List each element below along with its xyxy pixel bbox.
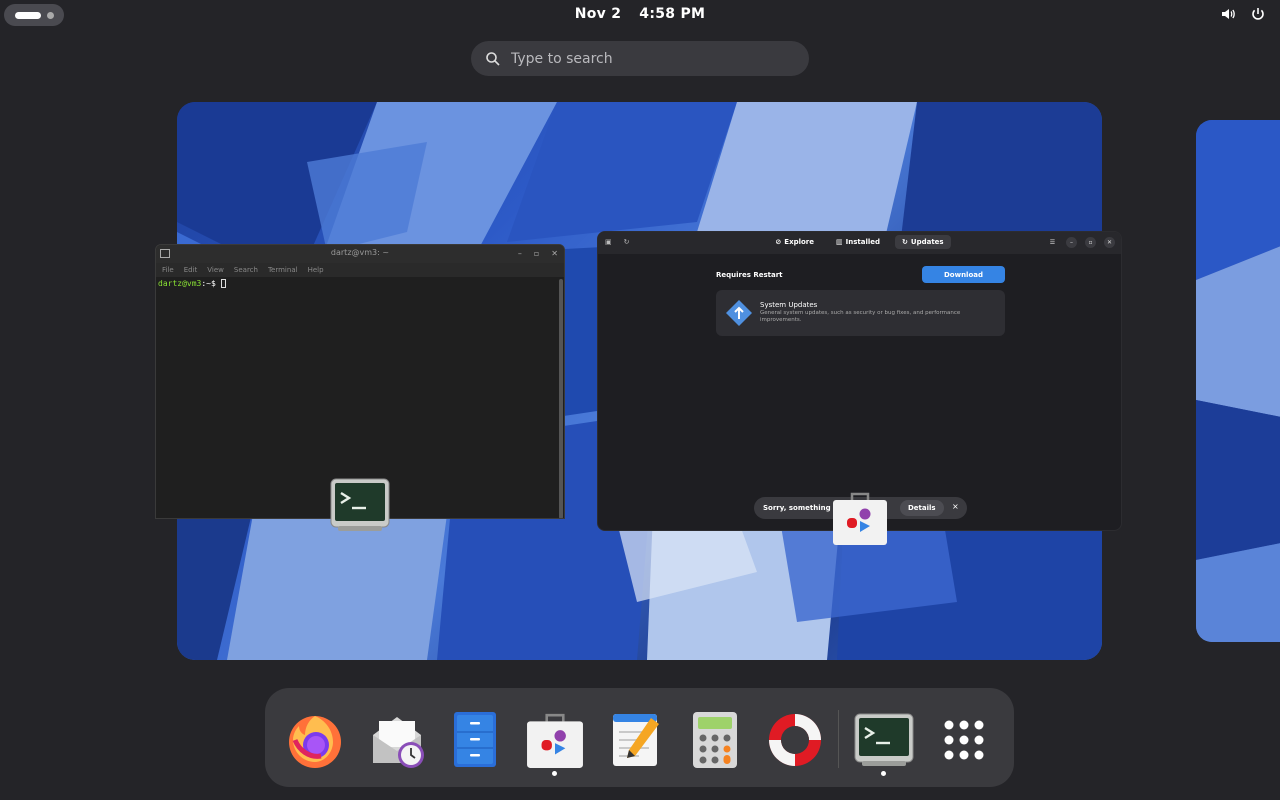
maximize-icon[interactable]: ▫: [1085, 237, 1096, 248]
updates-icon: ↻: [902, 238, 908, 246]
terminal-prompt[interactable]: dartz@vm3:~$: [156, 277, 564, 290]
menu-help[interactable]: Help: [308, 266, 324, 274]
menu-view[interactable]: View: [207, 266, 224, 274]
toast-details-button[interactable]: Details: [900, 500, 944, 516]
help-lifebuoy-icon: [769, 714, 821, 766]
cursor: [220, 279, 226, 288]
minimize-icon[interactable]: –: [518, 249, 522, 258]
tab-installed-label: Installed: [845, 238, 881, 246]
software-headerbar[interactable]: ▣ ↻ ⊘ Explore ▥ Installed ↻ Updates ☰ – …: [598, 232, 1121, 254]
running-indicator: [881, 771, 886, 776]
prompt-user: dartz@vm3: [158, 279, 202, 288]
running-indicator: [552, 771, 557, 776]
tab-explore-label: Explore: [784, 238, 814, 246]
close-icon[interactable]: ✕: [1104, 237, 1115, 248]
update-description: General system updates, such as security…: [760, 310, 961, 323]
software-app-icon: [832, 490, 888, 550]
compass-icon: ⊘: [775, 238, 782, 246]
volume-icon[interactable]: [1220, 6, 1236, 22]
files-icon: [454, 712, 496, 767]
toast-close-button[interactable]: ×: [952, 502, 959, 511]
tab-installed[interactable]: ▥ Installed: [829, 235, 887, 249]
tab-updates[interactable]: ↻ Updates: [895, 235, 951, 249]
dock-files[interactable]: [441, 706, 509, 774]
dock-calculator[interactable]: [681, 706, 749, 774]
software-icon: [527, 713, 583, 768]
maximize-icon[interactable]: ▫: [534, 249, 539, 258]
scrollbar[interactable]: [559, 279, 563, 518]
top-bar: Nov 2 4:58 PM: [0, 0, 1280, 30]
menu-file[interactable]: File: [162, 266, 174, 274]
list-icon: ▥: [836, 238, 843, 246]
dock-evolution[interactable]: [364, 706, 432, 774]
terminal-menubar: File Edit View Search Terminal Help: [156, 263, 564, 277]
system-update-icon: [726, 300, 752, 326]
dock-software[interactable]: [521, 706, 589, 774]
section-label: Requires Restart: [716, 271, 783, 279]
terminal-titlebar[interactable]: dartz@vm3: ~ – ▫ ✕: [156, 245, 564, 263]
dock-firefox[interactable]: [281, 706, 349, 774]
download-button[interactable]: Download: [922, 266, 1005, 283]
dock-app-grid[interactable]: [930, 706, 998, 774]
firefox-icon: [289, 716, 341, 768]
minimize-icon[interactable]: –: [1066, 237, 1077, 248]
dock-text-editor[interactable]: [601, 706, 669, 774]
dock-terminal[interactable]: [850, 706, 918, 774]
menu-search[interactable]: Search: [234, 266, 258, 274]
wallpaper-next: [1196, 120, 1280, 642]
clock-date: Nov 2: [574, 6, 622, 22]
dock-help[interactable]: [761, 706, 829, 774]
menu-icon[interactable]: ☰: [1047, 237, 1058, 248]
clock[interactable]: Nov 2 4:58 PM: [0, 6, 1280, 22]
update-card[interactable]: System Updates General system updates, s…: [716, 290, 1005, 336]
workspace-next[interactable]: [1196, 120, 1280, 642]
terminal-icon: [854, 713, 914, 766]
power-icon[interactable]: [1250, 6, 1266, 22]
dock-separator: [838, 710, 839, 768]
search-input[interactable]: [511, 50, 791, 67]
app-grid-icon: [944, 720, 984, 760]
menu-edit[interactable]: Edit: [184, 266, 198, 274]
mail-clock-icon: [373, 717, 424, 768]
tab-explore[interactable]: ⊘ Explore: [768, 235, 821, 249]
terminal-app-icon: [330, 478, 390, 536]
calculator-icon: [693, 712, 737, 768]
software-window[interactable]: ▣ ↻ ⊘ Explore ▥ Installed ↻ Updates ☰ – …: [597, 231, 1122, 531]
search-bar[interactable]: [471, 41, 809, 76]
prompt-path: :~$: [201, 279, 221, 288]
text-editor-icon: [613, 714, 659, 766]
toast-message: Sorry, something w: [763, 504, 840, 512]
terminal-title: dartz@vm3: ~: [330, 248, 390, 257]
tab-updates-label: Updates: [910, 238, 944, 246]
close-icon[interactable]: ✕: [551, 249, 558, 258]
clock-time: 4:58 PM: [639, 6, 706, 22]
system-tray[interactable]: [1220, 6, 1266, 22]
menu-terminal[interactable]: Terminal: [268, 266, 298, 274]
search-icon: [486, 51, 500, 66]
update-title: System Updates: [760, 301, 818, 309]
